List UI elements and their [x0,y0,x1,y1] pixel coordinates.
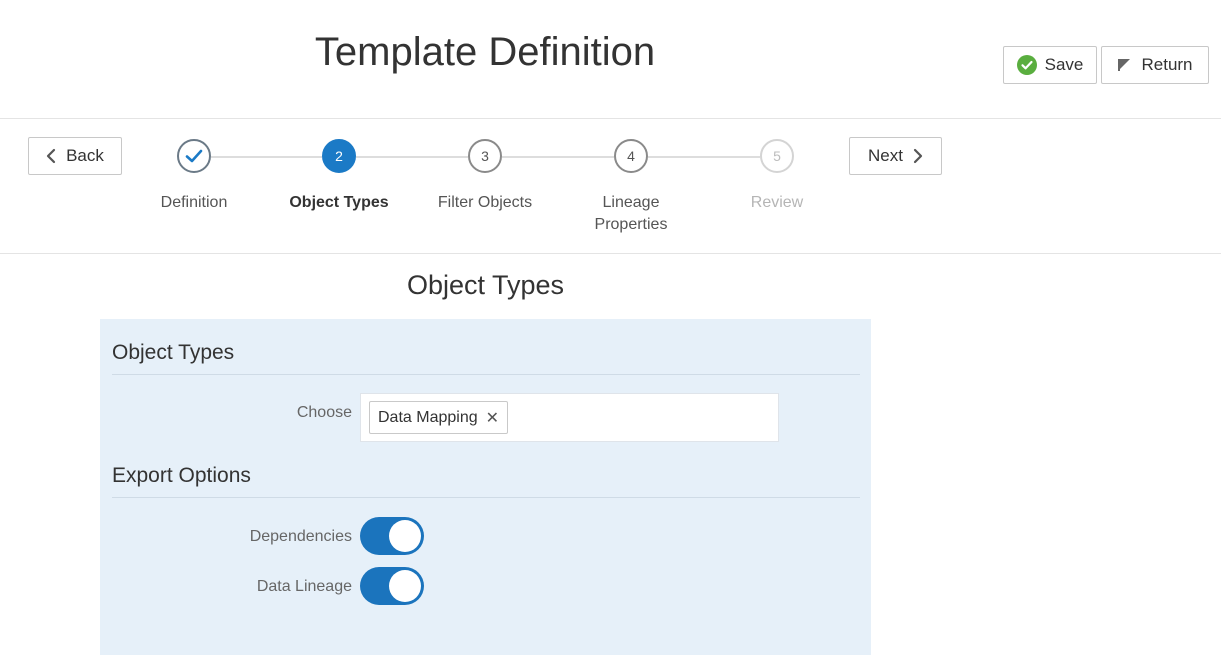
save-label: Save [1044,55,1084,74]
save-button[interactable]: Save [1003,46,1097,84]
return-label: Return [1141,55,1193,74]
page-title: Template Definition [314,30,656,74]
next-label: Next [868,146,903,165]
selected-chip: Data Mapping ✕ [369,401,509,434]
chevron-left-icon [46,148,56,164]
object-types-heading: Object Types [112,341,235,364]
dependencies-toggle[interactable] [360,517,424,555]
return-button[interactable]: Return [1101,46,1209,84]
object-types-select[interactable]: Data Mapping ✕ [360,393,779,442]
return-flag-icon [1117,58,1131,72]
toggle-knob [389,520,421,552]
train-connector [502,156,614,158]
train-label-filter-objects: Filter Objects [437,194,533,211]
toggle-knob [389,570,421,602]
dependencies-label: Dependencies [249,528,352,545]
choose-label: Choose [296,404,352,421]
data-lineage-toggle[interactable] [360,567,424,605]
train-stop-object-types[interactable]: 2 [322,139,356,173]
chip-label: Data Mapping [378,408,478,426]
train-divider [0,253,1221,254]
train-label-lineage-properties: Lineage Properties [594,194,668,233]
heading-divider [112,374,860,375]
train-connector [211,156,322,158]
train-label-review: Review [750,194,804,211]
train-stop-review: 5 [760,139,794,173]
train-stop-lineage-properties[interactable]: 4 [614,139,648,173]
back-button[interactable]: Back [28,137,122,175]
object-types-panel: Object Types Choose Data Mapping ✕ Expor… [100,319,871,655]
train-label-definition: Definition [160,194,228,211]
train-stop-definition[interactable] [177,139,211,173]
back-label: Back [66,146,104,165]
chevron-right-icon [913,148,923,164]
export-options-heading: Export Options [112,464,251,487]
header-divider [0,118,1221,119]
next-button[interactable]: Next [849,137,942,175]
train-connector [648,156,760,158]
data-lineage-label: Data Lineage [256,578,352,595]
check-circle-icon [1016,55,1037,75]
checkmark-icon [185,148,203,164]
section-title: Object Types [406,270,565,300]
train-stop-filter-objects[interactable]: 3 [468,139,502,173]
close-icon[interactable]: ✕ [486,408,499,428]
train-connector [356,156,468,158]
heading-divider [112,497,860,498]
train-label-object-types: Object Types [289,194,389,211]
